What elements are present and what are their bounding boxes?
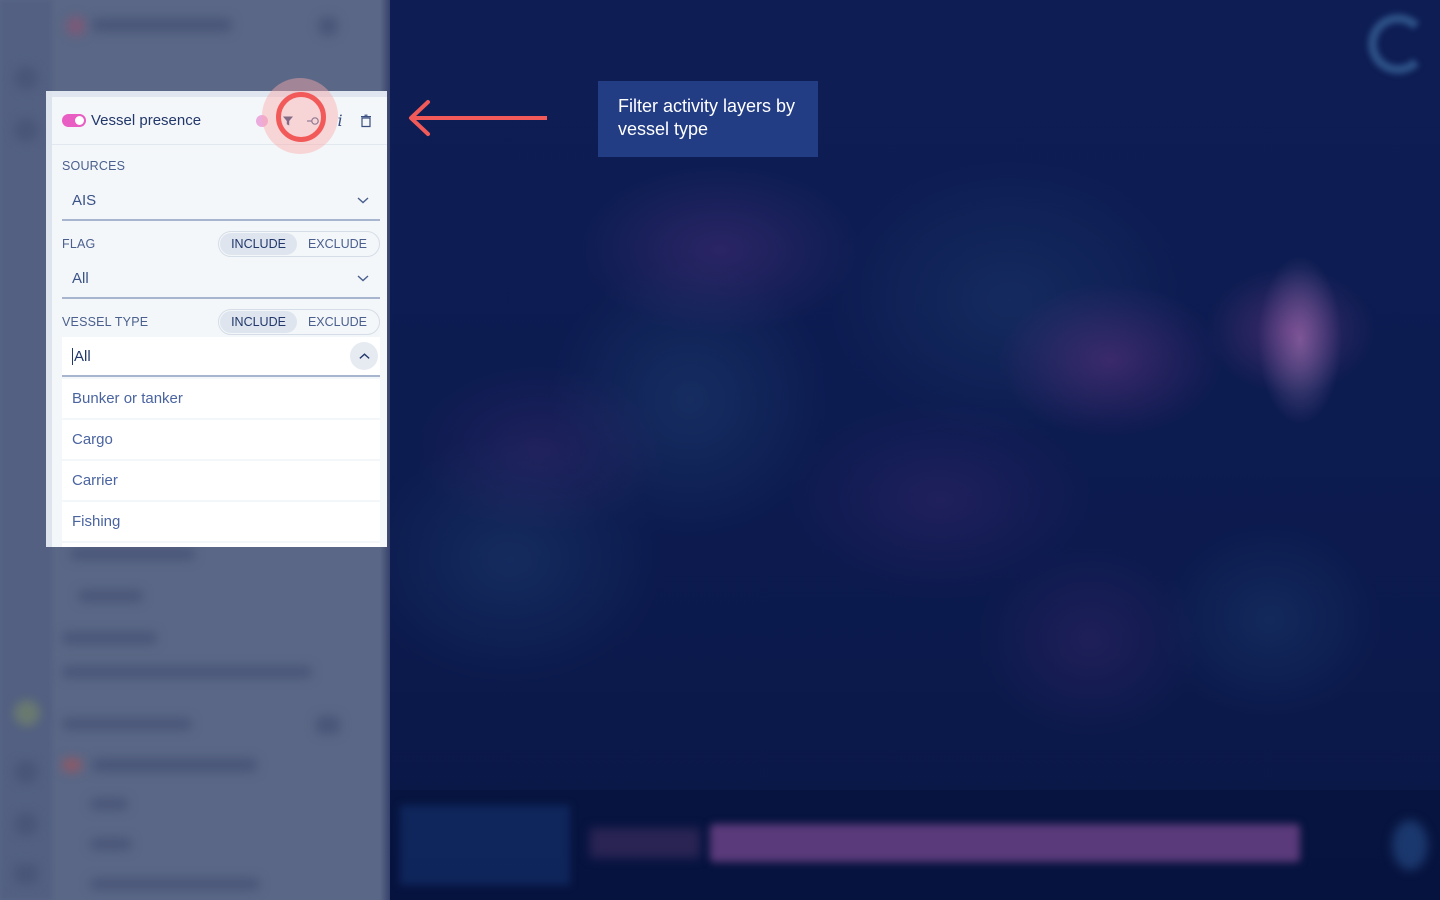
- blurred-option: [78, 590, 143, 602]
- onboarding-tooltip: Filter activity layers by vessel type: [598, 81, 818, 157]
- flag-select[interactable]: All: [62, 259, 380, 299]
- rail-icon: [14, 760, 38, 784]
- layer-title: Vessel presence: [91, 112, 202, 129]
- settings-icon[interactable]: [307, 113, 321, 129]
- blurred-layer-title: [92, 758, 257, 772]
- flag-header: FLAG INCLUDE EXCLUDE: [62, 231, 380, 257]
- timebar-controls[interactable]: [400, 805, 570, 885]
- vessel-type-option-partial[interactable]: [62, 543, 380, 547]
- blurred-section-title: [62, 718, 192, 730]
- vessel-type-header: VESSEL TYPE INCLUDE EXCLUDE: [62, 309, 380, 335]
- blurred-flag: [62, 758, 82, 772]
- arrow-left-icon: [409, 100, 547, 136]
- blurred-text: [90, 798, 128, 810]
- rail-icon: [14, 700, 40, 726]
- share-icon: [318, 16, 338, 36]
- vessel-type-option[interactable]: Bunker or tanker: [62, 379, 380, 418]
- sources-select[interactable]: AIS: [62, 181, 380, 221]
- vessel-type-option[interactable]: Fishing: [62, 502, 380, 541]
- blurred-section-title: [62, 632, 157, 644]
- rail-icon: [14, 66, 38, 90]
- flag-exclude-button[interactable]: EXCLUDE: [297, 233, 378, 255]
- app-logo-icon: [66, 16, 86, 36]
- delete-icon[interactable]: [359, 113, 373, 129]
- timebar-track-inactive: [590, 828, 700, 858]
- vessel-type-options-list: Bunker or tanker Cargo Carrier Fishing: [62, 379, 380, 547]
- flag-include-button[interactable]: INCLUDE: [220, 233, 297, 255]
- blurred-text: [90, 878, 260, 890]
- layer-panel-header: Vessel presence i: [52, 91, 387, 145]
- timebar-activity-graph[interactable]: [710, 824, 1300, 862]
- blurred-text: [90, 838, 132, 850]
- timebar-expand-button[interactable]: [1392, 820, 1428, 870]
- vessel-type-input[interactable]: [72, 347, 312, 365]
- layer-panel-vessel-presence: Vessel presence i SOURCES AIS FLAG INCLU…: [46, 91, 387, 547]
- vessel-type-collapse-button[interactable]: [350, 342, 378, 370]
- rail-icon: [14, 812, 38, 836]
- vessel-type-option[interactable]: Cargo: [62, 420, 380, 459]
- blurred-button: [316, 716, 340, 734]
- rail-icon: [14, 118, 38, 142]
- blurred-text: [62, 666, 312, 678]
- sources-field: SOURCES AIS: [62, 159, 380, 221]
- sources-value: AIS: [72, 191, 97, 209]
- sources-label: SOURCES: [62, 159, 126, 173]
- layer-visibility-toggle[interactable]: [62, 114, 86, 127]
- loading-spinner-icon: [1368, 14, 1428, 74]
- color-swatch-icon[interactable]: [255, 113, 269, 129]
- filter-icon[interactable]: [281, 113, 295, 129]
- layer-header-actions: i: [255, 111, 373, 130]
- layer-filters: SOURCES AIS FLAG INCLUDE EXCLUDE All VES…: [52, 159, 387, 547]
- flag-field: FLAG INCLUDE EXCLUDE All: [62, 231, 380, 299]
- workspace-title-blur: [92, 18, 232, 32]
- vessel-type-include-button[interactable]: INCLUDE: [220, 311, 297, 333]
- chevron-down-icon: [357, 275, 369, 282]
- chevron-up-icon: [358, 352, 370, 359]
- vessel-type-option[interactable]: Carrier: [62, 461, 380, 500]
- vessel-type-exclude-button[interactable]: EXCLUDE: [297, 311, 378, 333]
- vessel-type-label: VESSEL TYPE: [62, 315, 149, 329]
- chevron-down-icon: [357, 197, 369, 204]
- info-icon[interactable]: i: [333, 111, 347, 130]
- vessel-type-include-exclude-switch: INCLUDE EXCLUDE: [218, 309, 380, 335]
- blurred-option: [70, 548, 195, 560]
- timebar: [390, 790, 1440, 900]
- rail-icon: [14, 864, 38, 884]
- vessel-type-field: VESSEL TYPE INCLUDE EXCLUDE Bunker or ta…: [62, 309, 380, 547]
- flag-include-exclude-switch: INCLUDE EXCLUDE: [218, 231, 380, 257]
- flag-value: All: [72, 269, 89, 287]
- vessel-type-combobox: [62, 337, 380, 377]
- flag-label: FLAG: [62, 237, 96, 251]
